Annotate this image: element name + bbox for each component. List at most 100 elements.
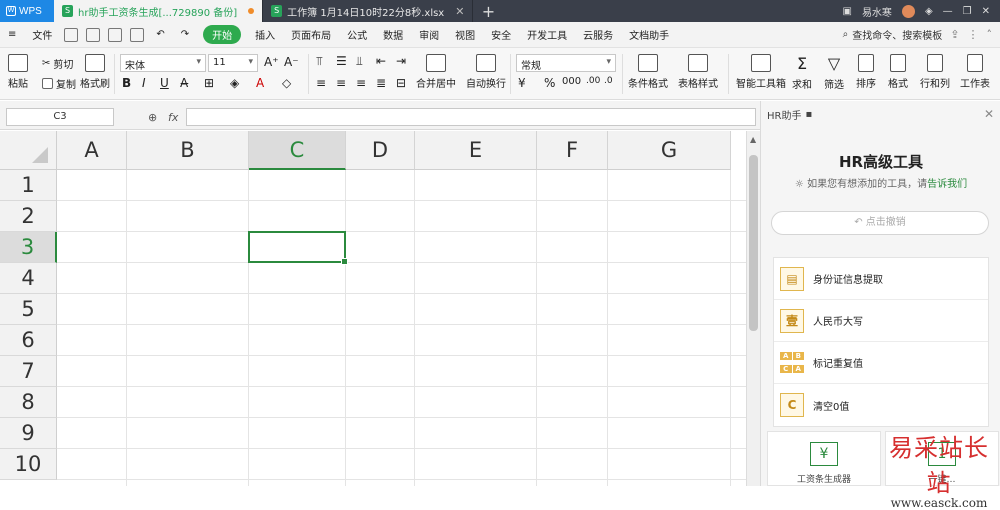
column-header-g[interactable]: G [608,131,731,170]
menu-security[interactable]: 安全 [483,27,519,42]
worksheet-button[interactable]: 工作表 [960,54,990,90]
increase-decimal-icon[interactable]: .00 [586,76,600,86]
font-color-icon[interactable]: A [256,76,264,90]
menu-developer[interactable]: 开发工具 [519,27,575,42]
indent-decrease-icon[interactable]: ⇤ [376,54,386,68]
merge-center-button[interactable]: 合并居中 [416,54,456,90]
italic-icon[interactable]: I [142,76,146,90]
tool-clear-zero[interactable]: C 清空0值 [774,384,988,426]
menu-page-layout[interactable]: 页面布局 [283,27,339,42]
menu-cloud[interactable]: 云服务 [575,27,621,42]
row-col-button[interactable]: 行和列 [920,54,950,90]
hamburger-icon[interactable]: ≡ [0,29,24,40]
chat-icon[interactable]: ▪ [805,109,812,120]
font-size-select[interactable]: 11 [208,54,258,72]
scroll-up-icon[interactable]: ▲ [750,135,756,144]
close-window-icon[interactable]: ✕ [982,6,990,17]
collapse-ribbon-icon[interactable]: ˄ [987,28,993,41]
increase-font-icon[interactable]: A⁺ [264,55,279,69]
menu-view[interactable]: 视图 [447,27,483,42]
align-right-icon[interactable]: ≡ [356,76,366,90]
table-style-button[interactable]: 表格样式 [678,54,718,90]
wps-home-button[interactable]: W WPS [0,0,54,22]
row-header-10[interactable]: 10 [0,449,57,480]
name-box[interactable]: C3 [6,108,114,126]
menu-doc-assistant[interactable]: 文档助手 [621,27,677,42]
user-name[interactable]: 易水寒 [862,4,892,19]
tab-hr-assistant[interactable]: S hr助手工资条生成[...729890 备份] [54,0,264,22]
currency-icon[interactable]: ¥ [518,76,526,90]
row-header-9[interactable]: 9 [0,418,57,449]
new-tab-button[interactable]: + [473,0,503,22]
row-header-2[interactable]: 2 [0,201,57,232]
skin-icon[interactable]: ◈ [925,6,933,17]
border-icon[interactable]: ⊞ [204,76,214,90]
undo-click-button[interactable]: ↶ 点击撤销 [771,211,989,235]
redo-icon[interactable]: ↷ [173,29,197,40]
column-header-c[interactable]: C [249,131,346,170]
tool-mark-duplicates[interactable]: ABCA 标记重复值 [774,342,988,384]
cut-button[interactable]: ✂ 剪切 [42,56,73,71]
tell-us-link[interactable]: 告诉我们 [927,179,967,190]
vertical-scrollbar[interactable]: ▲ [746,131,760,486]
align-left-icon[interactable]: ≡ [316,76,326,90]
format-button[interactable]: 格式 [888,54,908,90]
align-middle-icon[interactable]: ☰ [336,54,347,68]
restore-icon[interactable]: ❐ [963,6,972,17]
tab-workbook[interactable]: S 工作簿 1月14日10时22分8秒.xlsx ✕ [263,0,474,22]
fill-color-icon[interactable]: ◈ [230,76,239,90]
scroll-thumb[interactable] [749,155,758,331]
sum-button[interactable]: Σ 求和 [792,54,812,91]
share-icon[interactable]: ⇪ [950,28,959,41]
active-cell[interactable] [248,231,348,265]
percent-icon[interactable]: % [544,76,555,90]
row-header-3[interactable]: 3 [0,232,57,263]
layout-icon[interactable]: ▣ [842,6,851,17]
justify-icon[interactable]: ≣ [376,76,386,90]
undo-icon[interactable]: ↶ [148,29,172,40]
row-header-4[interactable]: 4 [0,263,57,294]
align-top-icon[interactable]: ⫪ [316,54,323,69]
sheet-grid[interactable]: ABCDEFG 1 2 3 4 5 6 7 8 9 10 ▲ [0,131,760,486]
row-header-7[interactable]: 7 [0,356,57,387]
conditional-format-button[interactable]: 条件格式 [628,54,668,90]
paste-button[interactable]: 粘贴 [8,54,28,90]
row-header-1[interactable]: 1 [0,170,57,201]
card-payslip-generator[interactable]: ¥ 工资条生成器 [767,431,881,486]
column-header-a[interactable]: A [57,131,127,170]
close-tab-icon[interactable]: ✕ [455,5,464,18]
underline-icon[interactable]: U [160,76,169,90]
sort-button[interactable]: 排序 [856,54,876,90]
close-pane-icon[interactable]: ✕ [984,107,994,121]
select-all-corner[interactable] [0,131,57,170]
save-icon[interactable] [64,27,79,42]
decrease-decimal-icon[interactable]: .0 [604,76,613,86]
avatar[interactable] [901,4,915,18]
export-icon[interactable] [130,27,145,42]
thousands-icon[interactable]: 000 [562,76,581,87]
menu-data[interactable]: 数据 [375,27,411,42]
distribute-icon[interactable]: ⊟ [396,76,406,90]
row-header-5[interactable]: 5 [0,294,57,325]
column-header-f[interactable]: F [537,131,608,170]
column-header-d[interactable]: D [346,131,415,170]
menu-start[interactable]: 开始 [203,25,242,44]
menu-insert[interactable]: 插入 [247,27,283,42]
indent-increase-icon[interactable]: ⇥ [396,54,406,68]
align-center-icon[interactable]: ≡ [336,76,346,90]
clear-format-icon[interactable]: ◇ [282,76,291,90]
row-header-6[interactable]: 6 [0,325,57,356]
menu-formula[interactable]: 公式 [339,27,375,42]
print-icon[interactable] [86,27,101,42]
font-name-select[interactable]: 宋体 [120,54,206,72]
formula-input[interactable] [186,108,756,126]
align-bottom-icon[interactable]: ⫫ [356,54,363,69]
insert-function-icon[interactable]: fx [168,111,178,124]
more-icon[interactable]: ⋮ [968,28,979,41]
number-format-select[interactable]: 常规 [516,54,616,72]
row-header-8[interactable]: 8 [0,387,57,418]
bold-icon[interactable]: B [122,76,131,90]
decrease-font-icon[interactable]: A⁻ [284,55,299,69]
strikethrough-icon[interactable]: A̶ [180,76,188,90]
print-preview-icon[interactable] [108,27,123,42]
